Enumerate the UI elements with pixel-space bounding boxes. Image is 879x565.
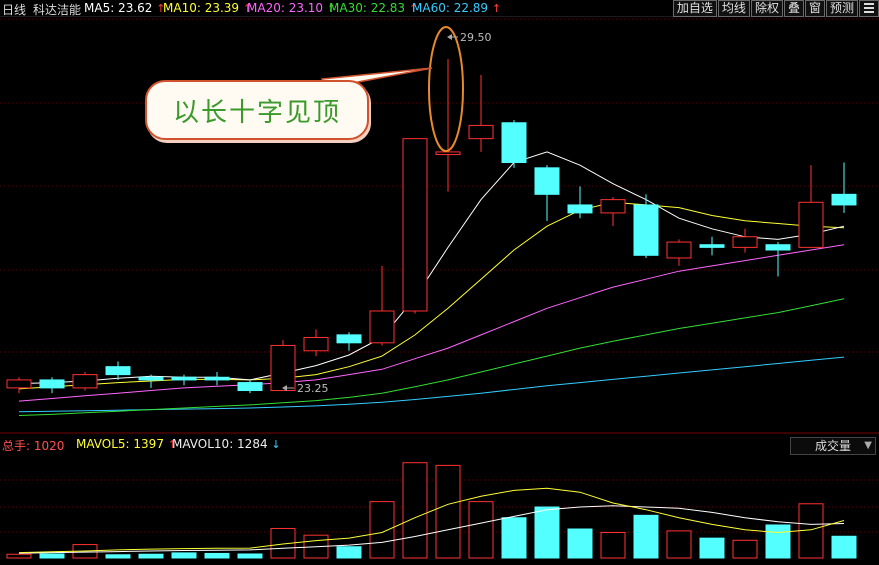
chevron-down-icon: ▼ — [864, 440, 872, 451]
candle-body — [468, 124, 494, 140]
candle-body — [369, 310, 395, 344]
volume-bar — [171, 552, 197, 559]
annotation-callout: 以长十字见顶 — [145, 80, 369, 140]
candle-body — [237, 382, 263, 392]
volume-bar — [336, 546, 362, 559]
total-hands-label: 总手: 1020 — [2, 439, 65, 453]
volume-bar — [534, 506, 560, 559]
candle-body — [633, 204, 659, 256]
candle-body — [171, 376, 197, 381]
volume-bar — [105, 554, 131, 559]
volume-bar — [435, 464, 461, 559]
volume-bar — [567, 528, 593, 559]
volume-bar — [633, 514, 659, 559]
volume-bar — [402, 462, 428, 559]
candle-body — [699, 244, 725, 248]
volume-bar — [600, 532, 626, 559]
candle-body — [732, 236, 758, 248]
down-arrow-icon: ↓ — [271, 438, 281, 451]
indicator-select[interactable]: 成交量 ▼ — [790, 437, 876, 455]
indicator-select-value: 成交量 — [815, 439, 852, 453]
annotation-text: 以长十字见顶 — [172, 98, 341, 128]
volume-header: 总手: 1020 MAVOL5: 1397 ↑ MAVOL10: 1284 ↓ — [0, 436, 879, 454]
volume-bar — [831, 535, 857, 559]
candle-body — [831, 193, 857, 206]
candle-body — [105, 366, 131, 376]
kline-chart[interactable]: 29.50 23.25 — [0, 0, 879, 565]
volume-bar — [666, 530, 692, 559]
mavol5-label: MAVOL5: 1397 ↑ — [76, 437, 178, 451]
candle-body — [600, 199, 626, 214]
candle-body — [270, 344, 296, 392]
candle-body — [534, 167, 560, 195]
long-cross-highlight — [428, 26, 464, 152]
volume-bar — [6, 553, 32, 559]
candle-body — [765, 244, 791, 251]
volume-bar — [39, 553, 65, 559]
volume-bar — [369, 501, 395, 559]
volume-bar — [732, 539, 758, 559]
candle-body — [567, 204, 593, 214]
candle-body — [72, 374, 98, 389]
candle-body — [204, 376, 230, 381]
volume-bar — [138, 553, 164, 559]
volume-bar — [501, 517, 527, 559]
high-price-label: 29.50 — [460, 31, 492, 44]
candle-body — [501, 122, 527, 164]
low-price-label: 23.25 — [297, 382, 329, 395]
ma5-line — [18, 151, 845, 385]
volume-bar — [468, 501, 494, 559]
ma60-line — [18, 356, 845, 413]
volume-bar — [204, 552, 230, 559]
candle-body — [402, 138, 428, 312]
candle-body — [138, 376, 164, 381]
candle-body — [39, 379, 65, 389]
candle-body — [798, 201, 824, 248]
candle-body — [6, 379, 32, 389]
mavol10-label: MAVOL10: 1284 ↓ — [172, 437, 281, 451]
candle-body — [435, 151, 461, 156]
volume-bar — [237, 553, 263, 559]
candle-body — [666, 241, 692, 259]
candle-body — [336, 334, 362, 344]
candle-body — [303, 337, 329, 352]
volume-bar — [765, 524, 791, 559]
volume-bar — [699, 537, 725, 559]
